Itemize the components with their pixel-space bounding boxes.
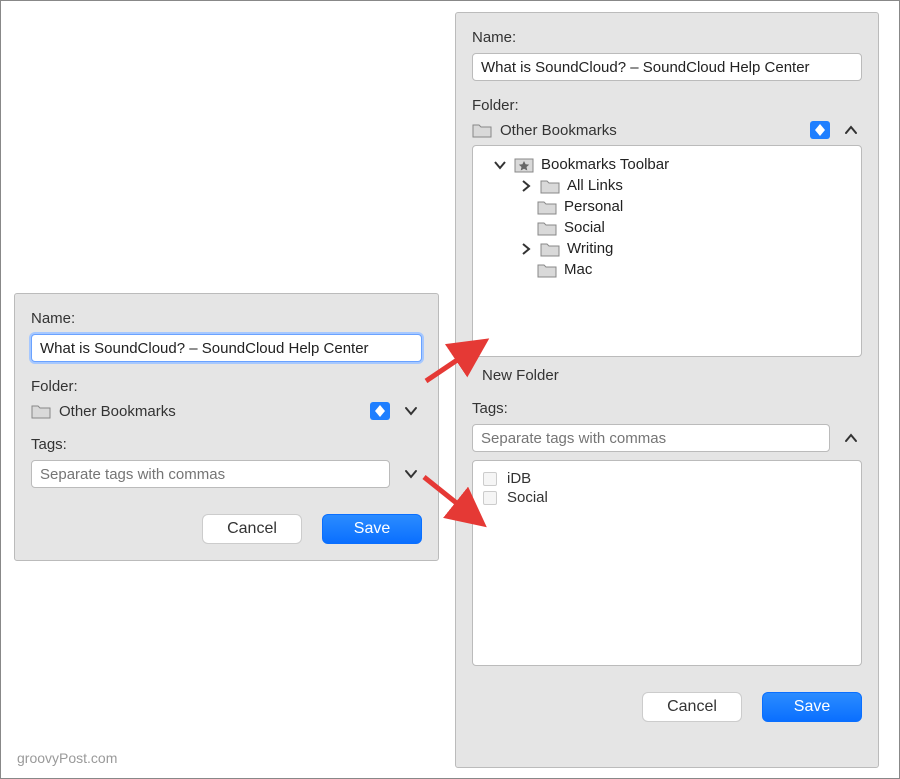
folder-icon (537, 199, 557, 215)
folder-icon (472, 122, 492, 138)
folder-icon (31, 403, 51, 419)
tree-item-social[interactable]: Social (479, 217, 855, 238)
tree-item-label: Writing (567, 240, 613, 257)
name-label: Name: (472, 29, 862, 46)
folder-selected-label: Other Bookmarks (59, 403, 176, 420)
tags-input[interactable] (472, 424, 830, 452)
folder-dropdown-button[interactable] (810, 121, 830, 139)
new-folder-button[interactable]: New Folder (472, 367, 862, 384)
collapse-tags-button[interactable] (840, 431, 862, 445)
cancel-button[interactable]: Cancel (642, 692, 742, 722)
tags-input[interactable] (31, 460, 390, 488)
name-input[interactable] (31, 334, 422, 362)
cancel-button-label: Cancel (227, 520, 277, 538)
watermark: groovyPost.com (17, 750, 117, 766)
tag-label: Social (507, 489, 548, 506)
tree-item-mac[interactable]: Mac (479, 259, 855, 280)
tree-item-label: Mac (564, 261, 592, 278)
bookmark-dialog-expanded: Name: Folder: Other Bookmarks (455, 12, 879, 768)
tag-label: iDB (507, 470, 531, 487)
cancel-button[interactable]: Cancel (202, 514, 302, 544)
bookmark-dialog-collapsed: Name: Folder: Other Bookmarks Tags: (14, 293, 439, 561)
name-input[interactable] (472, 53, 862, 81)
tags-label: Tags: (472, 400, 862, 417)
folder-label: Folder: (31, 378, 422, 395)
chevron-down-icon[interactable] (493, 158, 507, 172)
save-button[interactable]: Save (762, 692, 862, 722)
folder-selector[interactable]: Other Bookmarks (31, 403, 360, 420)
folder-label: Folder: (472, 97, 862, 114)
save-button-label: Save (794, 698, 830, 716)
expand-tags-button[interactable] (400, 467, 422, 481)
chevron-right-icon[interactable] (519, 242, 533, 256)
save-button-label: Save (354, 520, 390, 538)
folder-icon (537, 262, 557, 278)
tags-label: Tags: (31, 436, 422, 453)
folder-selected-label: Other Bookmarks (500, 122, 617, 139)
cancel-button-label: Cancel (667, 698, 717, 716)
folder-icon (540, 178, 560, 194)
tree-item-bookmarks-toolbar[interactable]: Bookmarks Toolbar (479, 154, 855, 175)
folder-icon (540, 241, 560, 257)
collapse-folder-tree-button[interactable] (840, 123, 862, 137)
tree-item-personal[interactable]: Personal (479, 196, 855, 217)
name-label: Name: (31, 310, 422, 327)
tag-swatch-icon (483, 491, 497, 505)
star-folder-icon (514, 157, 534, 173)
expand-folder-tree-button[interactable] (400, 404, 422, 418)
chevron-right-icon[interactable] (519, 179, 533, 193)
tree-item-all-links[interactable]: All Links (479, 175, 855, 196)
tree-item-writing[interactable]: Writing (479, 238, 855, 259)
composite-screenshot: Name: Folder: Other Bookmarks Tags: (0, 0, 900, 779)
save-button[interactable]: Save (322, 514, 422, 544)
folder-selector[interactable]: Other Bookmarks (472, 122, 800, 139)
folder-tree[interactable]: Bookmarks Toolbar All Links Personal Soc… (472, 145, 862, 357)
tree-item-label: Social (564, 219, 605, 236)
tree-item-label: Personal (564, 198, 623, 215)
tag-option-social[interactable]: Social (483, 488, 851, 507)
tree-item-label: Bookmarks Toolbar (541, 156, 669, 173)
tree-item-label: All Links (567, 177, 623, 194)
folder-icon (537, 220, 557, 236)
folder-dropdown-button[interactable] (370, 402, 390, 420)
tags-list: iDB Social (472, 460, 862, 666)
tag-swatch-icon (483, 472, 497, 486)
tag-option-idb[interactable]: iDB (483, 469, 851, 488)
